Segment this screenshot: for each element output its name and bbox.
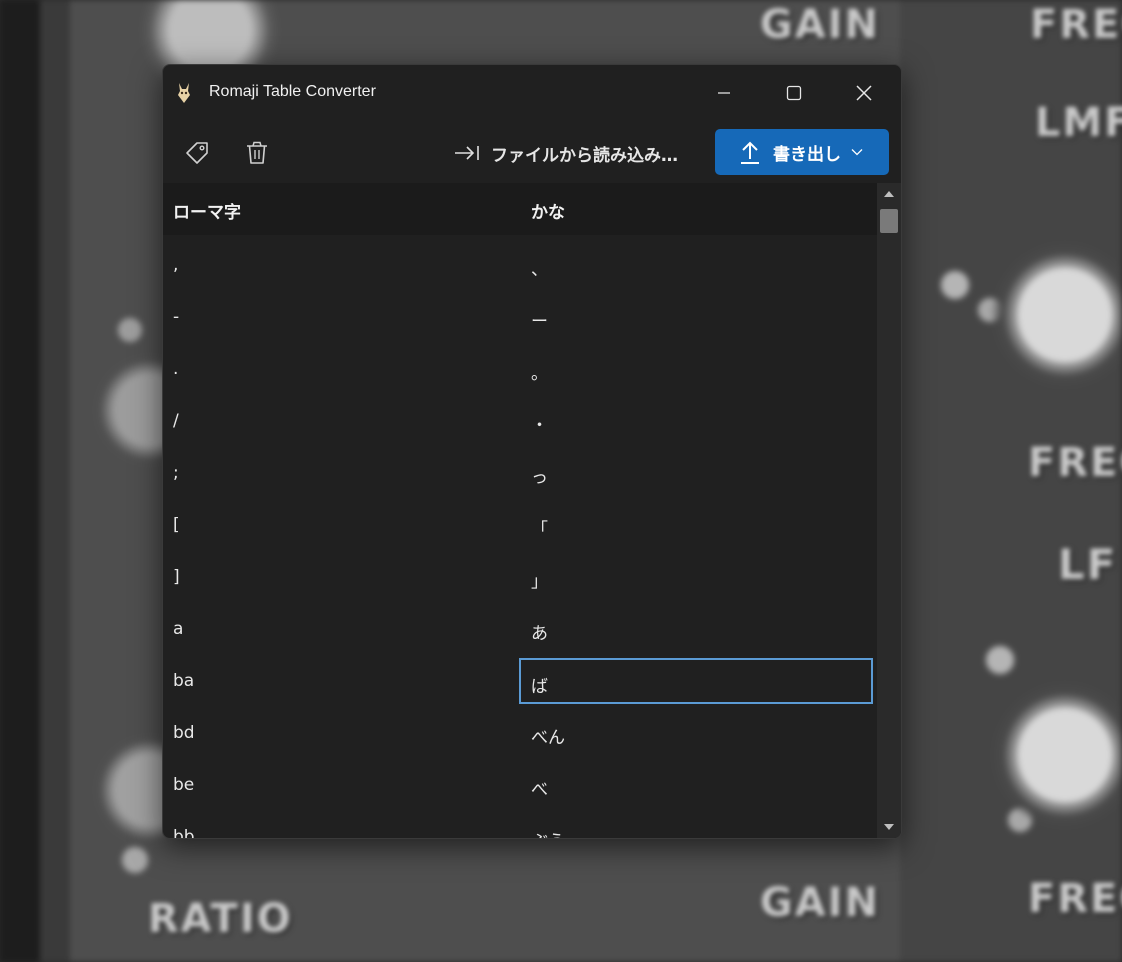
romaji-cell[interactable]: , — [173, 255, 178, 275]
romaji-cell[interactable]: bb — [173, 827, 195, 838]
kana-cell[interactable]: 「 — [531, 515, 548, 540]
table-row[interactable]: ,、 — [163, 241, 877, 293]
kana-cell[interactable]: ー — [531, 307, 548, 332]
romaji-cell[interactable]: a — [173, 619, 183, 639]
trash-icon — [247, 141, 267, 164]
maximize-icon — [786, 85, 802, 101]
export-button[interactable]: 書き出し — [715, 129, 889, 175]
romaji-cell[interactable]: be — [173, 775, 194, 795]
bg-label: GAIN — [760, 880, 881, 926]
romaji-cell[interactable]: ba — [173, 671, 194, 691]
kana-cell[interactable]: ぶう — [531, 827, 565, 838]
table-row[interactable]: -ー — [163, 293, 877, 345]
kana-cell[interactable]: 」 — [531, 567, 548, 592]
romaji-cell[interactable]: . — [173, 359, 178, 379]
bg-label: FREQ — [1028, 440, 1122, 486]
table-body: ,、-ー.。/・;っ[「]」aあbaばbdべんbeべbbぶう — [163, 241, 877, 838]
table-row[interactable]: [「 — [163, 501, 877, 553]
table-row[interactable]: bb ぶう — [163, 813, 877, 838]
minimize-icon — [718, 92, 730, 94]
app-logo-icon — [178, 83, 190, 103]
romaji-table[interactable]: ローマ字 かな ,、-ー.。/・;っ[「]」aあbaばbdべんbeべbbぶう — [163, 183, 877, 838]
kana-cell[interactable]: ば — [519, 658, 873, 704]
bg-label: FREQ — [1030, 2, 1122, 48]
close-button[interactable] — [829, 65, 899, 121]
export-button-label: 書き出し — [773, 144, 841, 165]
scrollbar-thumb[interactable] — [880, 209, 898, 233]
vertical-scrollbar[interactable] — [877, 183, 901, 838]
kana-cell[interactable]: 。 — [531, 359, 548, 384]
kana-cell[interactable]: っ — [531, 463, 548, 488]
bg-label: RATIO — [148, 896, 293, 942]
import-arrow-icon — [455, 146, 479, 160]
window-title: Romaji Table Converter — [209, 83, 376, 100]
kana-cell[interactable]: べ — [531, 775, 548, 800]
kana-cell[interactable]: ・ — [531, 411, 548, 436]
table-row[interactable]: / ・ — [163, 397, 877, 449]
table-row[interactable]: ]」 — [163, 553, 877, 605]
chevron-down-icon — [851, 149, 863, 156]
table-row[interactable]: be べ — [163, 761, 877, 813]
kana-cell[interactable]: べん — [531, 723, 565, 748]
scroll-down-arrow-icon[interactable] — [884, 824, 894, 830]
scroll-up-arrow-icon[interactable] — [884, 191, 894, 197]
table-row[interactable]: ; っ — [163, 449, 877, 501]
bg-label: LF — [1058, 540, 1118, 589]
tag-button[interactable] — [177, 135, 217, 171]
delete-button[interactable] — [237, 135, 277, 171]
romaji-cell[interactable]: ; — [173, 463, 179, 483]
bg-label: FREQ — [1028, 876, 1122, 922]
column-header-kana[interactable]: かな — [531, 198, 565, 223]
title-bar[interactable]: Romaji Table Converter — [163, 65, 901, 121]
romaji-cell[interactable]: - — [173, 307, 179, 327]
table-row[interactable]: aあ — [163, 605, 877, 657]
app-window: Romaji Table Converter ファイルから読み込み… 書き出し … — [162, 64, 902, 839]
table-row[interactable]: ba ば — [163, 657, 877, 709]
romaji-cell[interactable]: [ — [173, 515, 180, 535]
table-header: ローマ字 かな — [163, 183, 877, 235]
bg-label: GAIN — [760, 2, 881, 48]
import-button[interactable]: ファイルから読み込み… — [453, 135, 693, 171]
kana-cell[interactable]: あ — [531, 619, 548, 644]
minimize-button[interactable] — [689, 65, 759, 121]
close-icon — [856, 85, 872, 101]
column-header-romaji[interactable]: ローマ字 — [173, 198, 241, 223]
kana-cell[interactable]: 、 — [531, 255, 548, 280]
romaji-cell[interactable]: / — [173, 411, 179, 431]
table-row[interactable]: bd べん — [163, 709, 877, 761]
bg-label: LMF — [1035, 100, 1122, 146]
romaji-cell[interactable]: bd — [173, 723, 195, 743]
tag-icon — [186, 142, 208, 164]
import-button-label: ファイルから読み込み… — [491, 145, 678, 166]
table-row[interactable]: .。 — [163, 345, 877, 397]
romaji-cell[interactable]: ] — [173, 567, 180, 587]
upload-icon — [741, 141, 759, 164]
maximize-button[interactable] — [759, 65, 829, 121]
